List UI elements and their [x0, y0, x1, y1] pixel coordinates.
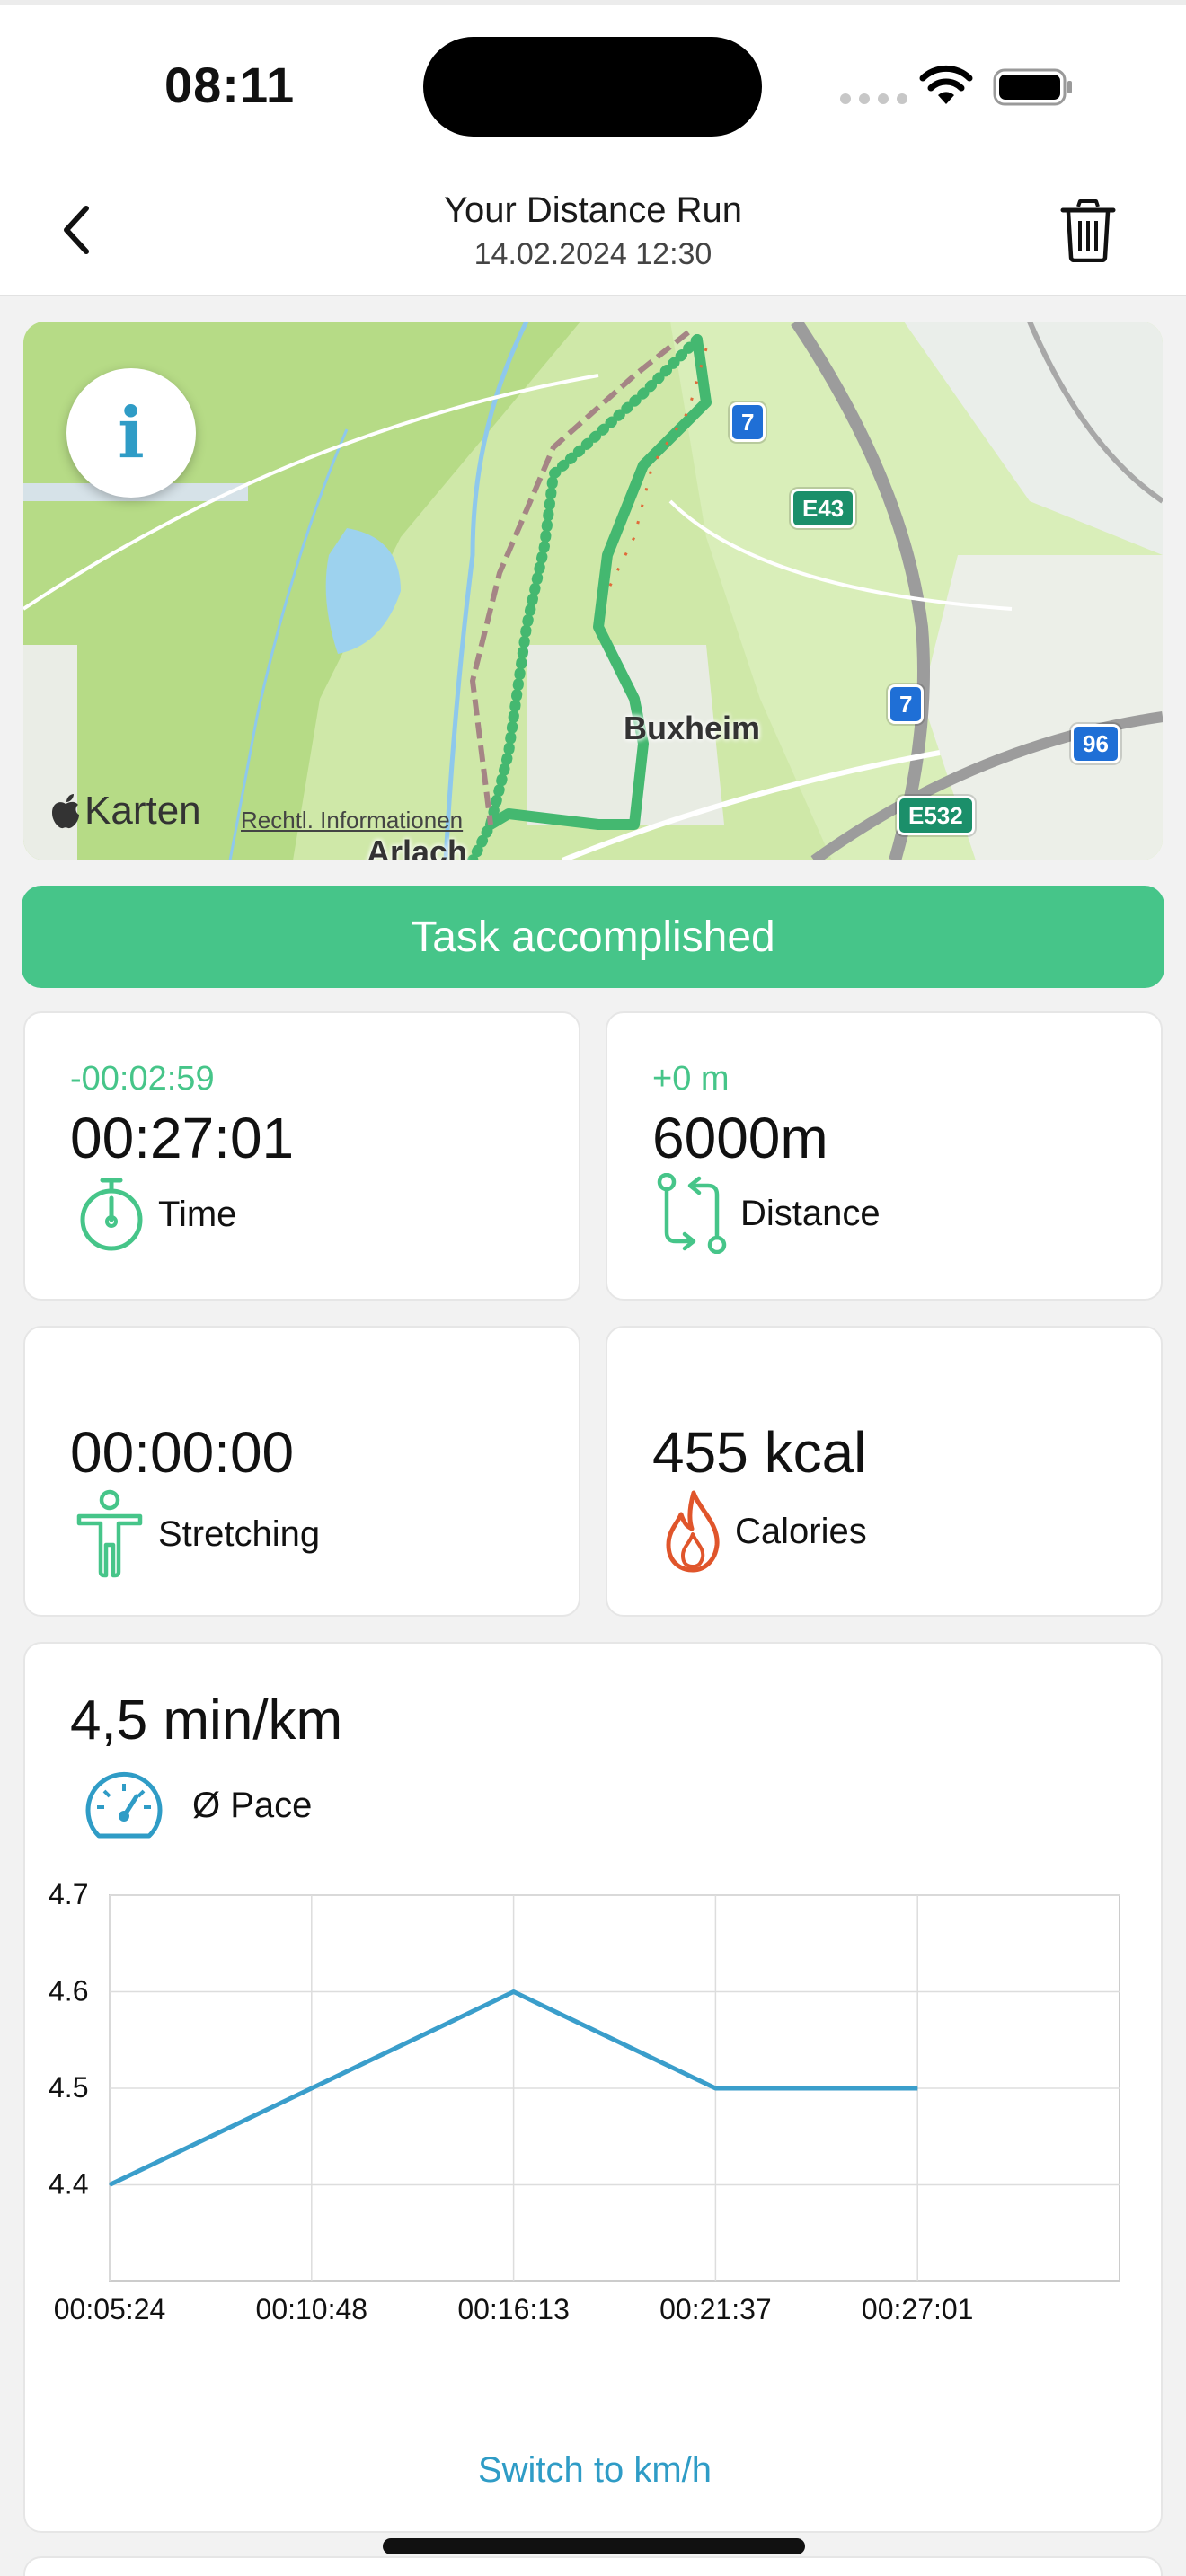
chart-y-tick-label: 4.5 [49, 2071, 88, 2104]
dynamic-island [423, 37, 762, 137]
top-strip [0, 0, 1186, 5]
pace-card: 4,5 min/km Ø Pace 4.4 4.5 4.6 4.7 00:05:24 00… [23, 1642, 1163, 2533]
stretching-stat-card: 00:00:00 Stretching [23, 1326, 580, 1617]
chart-x-tick-label: 00:10:48 [256, 2293, 368, 2325]
map-town-label: Buxheim [624, 710, 761, 746]
calories-stat-card: 455 kcal Calories [606, 1326, 1163, 1617]
cellular-signal-icon [840, 93, 907, 104]
apple-logo-icon [52, 794, 79, 829]
distance-stat-card: +0 m 6000m Distance [606, 1011, 1163, 1301]
calories-value: 455 kcal [652, 1420, 867, 1485]
page-subtitle-date: 14.02.2024 12:30 [474, 237, 712, 271]
flame-icon [666, 1490, 720, 1573]
delete-button[interactable] [1060, 199, 1116, 262]
map-town-label: Arlach [367, 834, 468, 860]
distance-delta: +0 m [652, 1060, 730, 1098]
highway-shield: 7 [888, 684, 925, 724]
distance-value: 6000m [652, 1106, 828, 1170]
task-status-banner: Task accomplished [22, 886, 1164, 988]
navigation-header: 08:11 Your Distance Run 14.02.2024 12:30 [0, 0, 1186, 296]
map-info-button[interactable]: i [66, 368, 196, 498]
chart-x-tick-label: 00:05:24 [54, 2293, 166, 2325]
highway-shield: E43 [791, 489, 856, 528]
calories-label: Calories [735, 1511, 867, 1551]
chart-x-tick-label: 00:27:01 [862, 2293, 974, 2325]
chart-y-tick-label: 4.4 [49, 2168, 88, 2201]
map-brand-label: Karten [84, 789, 201, 833]
status-time: 08:11 [164, 57, 296, 113]
chart-y-tick-label: 4.7 [49, 1878, 88, 1910]
chart-data-point [513, 1991, 515, 1992]
map-canvas [23, 322, 1163, 860]
stretching-label: Stretching [158, 1513, 321, 1554]
time-delta: -00:02:59 [70, 1060, 215, 1098]
chart-data-point [916, 2087, 918, 2089]
time-label: Time [158, 1194, 237, 1234]
switch-unit-button[interactable]: Switch to km/h [25, 2450, 1164, 2491]
next-card [23, 2556, 1163, 2576]
stretching-figure-icon [76, 1489, 143, 1578]
route-icon [657, 1173, 727, 1254]
page-title: Your Distance Run [443, 190, 743, 230]
chart-y-tick-label: 4.6 [49, 1975, 88, 2007]
map-legal-link[interactable]: Rechtl. Informationen [241, 807, 463, 834]
home-indicator [383, 2538, 805, 2554]
pace-chart: 4.4 4.5 4.6 4.7 00:05:24 00:10:48 00:16:13 00:2… [49, 1878, 1120, 2325]
stopwatch-icon [80, 1178, 143, 1251]
route-map[interactable]: 7 E43 7 96 E532 Buxheim Arlach i Karten … [23, 322, 1163, 860]
distance-label: Distance [740, 1193, 881, 1233]
time-value: 00:27:01 [70, 1106, 295, 1170]
chart-data-point [109, 2184, 111, 2185]
chart-x-tick-label: 00:16:13 [457, 2293, 570, 2325]
chart-data-point [714, 2087, 716, 2089]
wifi-icon [919, 65, 973, 104]
stretching-value: 00:00:00 [70, 1420, 295, 1485]
highway-shield: 96 [1071, 724, 1120, 763]
chart-data-point [311, 2087, 313, 2089]
chart-x-tick-label: 00:21:37 [659, 2293, 772, 2325]
time-stat-card: -00:02:59 00:27:01 Time [23, 1011, 580, 1301]
highway-shield: 7 [730, 402, 766, 442]
info-icon: i [118, 392, 145, 474]
map-brand: Karten [50, 789, 201, 834]
highway-shield: E532 [897, 796, 975, 835]
battery-icon [993, 68, 1072, 106]
